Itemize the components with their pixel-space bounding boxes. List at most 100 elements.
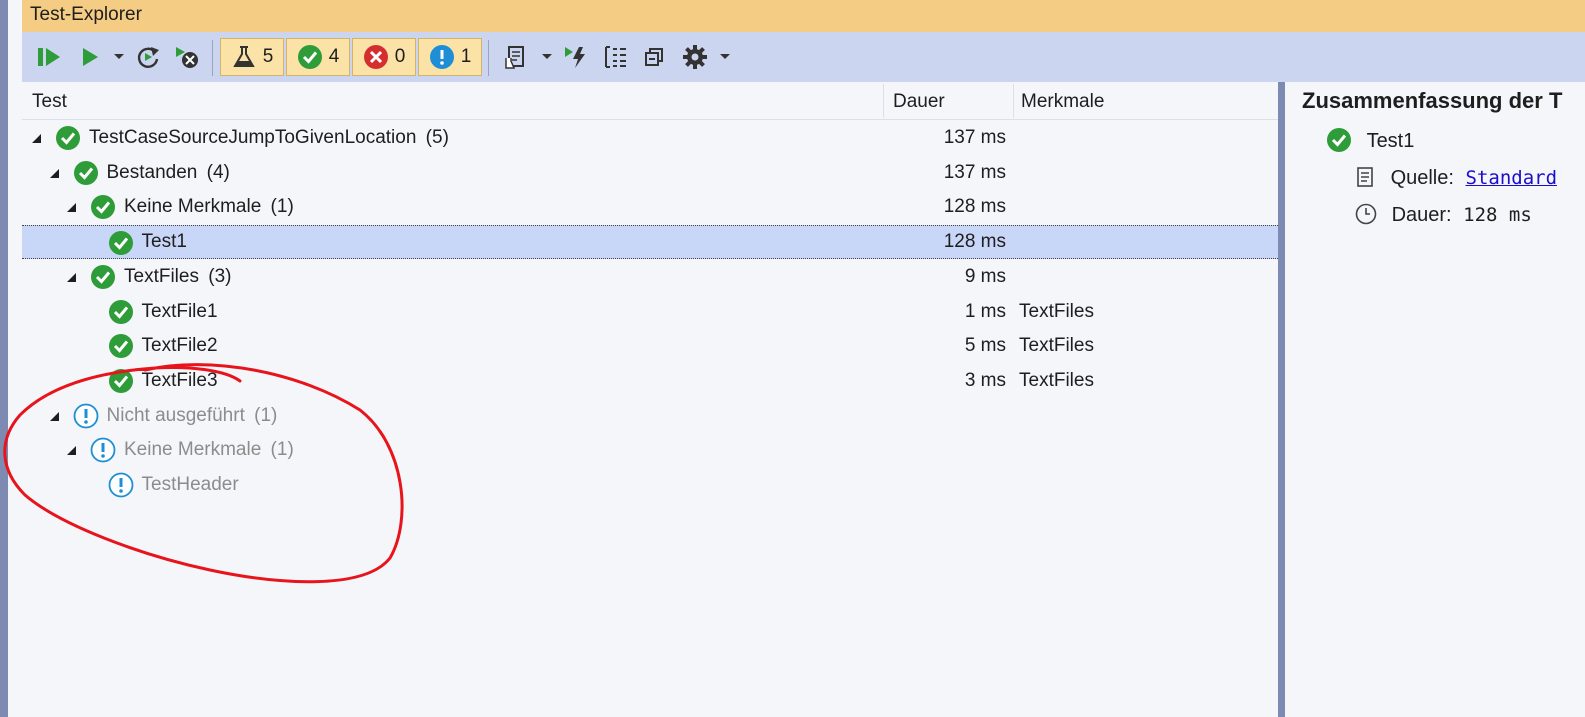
playlist-icon[interactable] [503, 44, 529, 70]
live-unit-testing-icon[interactable] [563, 44, 589, 70]
source-label: Quelle: [1390, 167, 1454, 189]
test-name: TextFile2 [142, 329, 218, 363]
column-header-row: Test Dauer Merkmale [22, 82, 1278, 120]
expand-collapse-icon[interactable] [49, 411, 59, 421]
test-name: Test1 [142, 226, 187, 258]
test-tree-row[interactable]: TextFile1 1 ms TextFiles [22, 295, 1278, 329]
settings-dropdown-icon[interactable] [720, 54, 730, 59]
test-duration: 9 ms [964, 265, 1006, 287]
run-dropdown-icon[interactable] [114, 54, 124, 59]
toolbar-separator [488, 40, 489, 76]
test-duration: 128 ms [943, 231, 1006, 253]
test-count: (3) [202, 265, 232, 287]
test-duration: 128 ms [943, 196, 1006, 218]
test-tree-row[interactable]: Nicht ausgeführt (1) [22, 399, 1278, 433]
test-name-text: TextFile3 [141, 369, 218, 391]
column-header-traits[interactable]: Merkmale [1013, 82, 1278, 119]
run-icon[interactable] [77, 44, 103, 70]
expand-collapse-icon[interactable] [67, 272, 76, 282]
duration-label: Dauer: [1391, 204, 1452, 226]
toolbar-separator [212, 40, 213, 76]
expand-collapse-icon[interactable] [49, 168, 59, 178]
expand-collapse-icon[interactable] [32, 134, 41, 143]
passed-icon [55, 125, 81, 151]
playlist-dropdown-icon[interactable] [542, 54, 552, 59]
failed-tests-counter[interactable]: 0 [352, 38, 416, 76]
duration-value: 128 ms [1463, 204, 1532, 226]
passed-icon [108, 368, 134, 394]
failed-count: 0 [394, 46, 406, 67]
not-run-icon [73, 403, 99, 429]
test-count: (5) [420, 127, 449, 148]
test-name: TextFile3 [142, 364, 218, 398]
passed-icon [90, 194, 116, 220]
toolbar: 5 4 0 1 [22, 32, 1585, 82]
test-count: (4) [201, 161, 230, 183]
summary-source-row: Quelle: Standard [1355, 163, 1557, 193]
collapse-all-icon[interactable] [642, 44, 668, 70]
rerun-icon[interactable] [135, 44, 161, 70]
flask-icon [232, 46, 255, 67]
test-trait: TextFiles [1019, 369, 1094, 391]
passed-count: 4 [328, 46, 340, 67]
passed-icon [108, 230, 134, 256]
test-duration: 5 ms [964, 335, 1006, 357]
test-name: Keine Merkmale (1) [124, 190, 294, 224]
test-trait: TextFiles [1019, 300, 1094, 322]
test-name-text: TextFile2 [141, 335, 218, 357]
test-trait: TextFiles [1019, 335, 1094, 357]
test-name-text: Keine Merkmale [124, 439, 262, 461]
test-name: Bestanden (4) [107, 156, 230, 190]
test-count: (1) [248, 404, 278, 426]
test-name-text: TextFile1 [141, 300, 218, 322]
test-duration: 137 ms [943, 127, 1006, 148]
test-tree-row[interactable]: TextFiles (3) 9 ms [22, 260, 1278, 294]
not-run-icon [90, 437, 116, 463]
passed-icon [297, 45, 322, 69]
test-tree-row[interactable]: TextFile2 5 ms TextFiles [22, 329, 1278, 363]
warning-icon [429, 45, 454, 69]
passed-tests-counter[interactable]: 4 [286, 38, 350, 76]
summary-title: Zusammenfassung der T [1302, 88, 1563, 113]
window-title-text: Test-Explorer [30, 4, 142, 25]
test-tree-row[interactable]: Bestanden (4) 137 ms [22, 156, 1278, 190]
column-header-test[interactable]: Test [22, 82, 883, 119]
column-header-duration[interactable]: Dauer [883, 82, 1013, 119]
test-tree-pane: Test Dauer Merkmale TestCaseSourceJumpTo… [22, 82, 1278, 717]
pane-splitter[interactable] [1278, 82, 1285, 717]
test-tree-row[interactable]: TextFile3 3 ms TextFiles [22, 364, 1278, 398]
test-count: (1) [265, 196, 294, 218]
summary-test-name-text: Test1 [1366, 130, 1415, 152]
window-title[interactable]: Test-Explorer [22, 0, 1585, 32]
not-run-count: 1 [460, 46, 472, 67]
passed-icon [108, 299, 134, 325]
not-run-tests-counter[interactable]: 1 [418, 38, 482, 76]
run-all-icon[interactable] [36, 44, 62, 70]
passed-icon [108, 333, 134, 359]
test-name: TextFiles (3) [124, 260, 231, 294]
test-count: (1) [265, 439, 294, 461]
test-name-text: TextFiles [124, 265, 199, 287]
failed-icon [363, 45, 388, 69]
cancel-icon[interactable] [174, 44, 200, 70]
expand-collapse-icon[interactable] [67, 446, 76, 456]
test-name-text: Keine Merkmale [124, 196, 262, 218]
test-duration: 1 ms [964, 300, 1006, 322]
test-tree-row[interactable]: Keine Merkmale (1) [22, 433, 1278, 467]
settings-icon[interactable] [682, 44, 708, 70]
test-tree-row[interactable]: TestCaseSourceJumpToGivenLocation (5) 137… [22, 121, 1278, 155]
test-name-text: Test1 [141, 231, 187, 253]
test-tree-row[interactable]: Test1 128 ms [22, 225, 1278, 260]
document-icon [1357, 167, 1373, 187]
test-tree-row[interactable]: TestHeader [22, 468, 1278, 502]
test-name-text: Bestanden [106, 161, 198, 183]
test-tree-row[interactable]: Keine Merkmale (1) 128 ms [22, 190, 1278, 224]
test-duration: 137 ms [943, 161, 1006, 183]
test-name: TestCaseSourceJumpToGivenLocation (5) [89, 121, 449, 155]
passed-icon [90, 264, 116, 290]
source-link[interactable]: Standard [1466, 167, 1558, 189]
total-tests-counter[interactable]: 5 [220, 38, 284, 76]
passed-icon [1327, 128, 1351, 152]
expand-collapse-icon[interactable] [67, 203, 76, 213]
group-by-icon[interactable] [603, 44, 629, 70]
